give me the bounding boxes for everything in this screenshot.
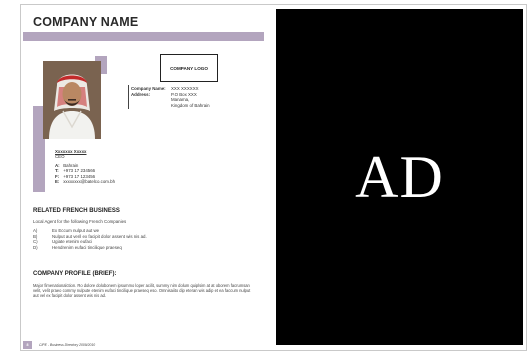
contact-value: xxxxxxxx@batelco.com.bh xyxy=(63,179,116,185)
contact-value: +973 17 234566 xyxy=(63,168,96,174)
footer-text: CIPE - Business Directory 2009/2010 xyxy=(39,343,96,347)
company-info-block: Company Name: XXX XXXXXX Address: P.O Bo… xyxy=(131,86,210,108)
contact-value: Bahrain xyxy=(63,162,79,168)
title-accent-bar xyxy=(23,32,264,41)
info-divider xyxy=(128,85,129,109)
list-item: D) Hendrenim eufaci tincilique praeseq xyxy=(33,245,147,251)
address-value: P.O Box XXX Manama, Kingdom of Bahrain xyxy=(171,92,210,109)
ceo-photo xyxy=(43,61,101,139)
person-photo-icon xyxy=(43,61,101,139)
contact-block: Xxxxxxx Xxxxx CEO A: Bahrain T: +973 17 … xyxy=(55,149,115,184)
related-business-subtitle: Local Agent for the following French Com… xyxy=(33,219,127,224)
related-business-list: A) Ex Eccum nulput aut we B) Nulput aut ve… xyxy=(33,228,147,250)
contact-value: +973 17 123456 xyxy=(63,173,96,179)
ad-label: AD xyxy=(355,143,444,210)
page-number-badge: 8 xyxy=(23,341,32,349)
contact-key: E: xyxy=(55,179,60,185)
company-logo-placeholder: COMPANY LOGO xyxy=(160,54,218,82)
address-line: Kingdom of Bahrain xyxy=(171,102,210,108)
company-profile-text: Major fimenationalction. Ro dolore dolob… xyxy=(33,283,251,299)
page-number: 8 xyxy=(26,343,29,347)
list-item-value: Hendrenim eufaci tincilique praeseq xyxy=(52,244,122,250)
company-logo-label: COMPANY LOGO xyxy=(170,65,208,71)
address-row: Address: P.O Box XXX Manama, Kingdom of … xyxy=(131,92,210,109)
left-page: COMPANY NAME COMPANY LOGO Company Name: … xyxy=(21,5,269,350)
related-business-heading: RELATED FRENCH BUSINESS xyxy=(33,208,120,214)
advertisement-page: AD xyxy=(276,9,523,345)
address-label: Address: xyxy=(131,91,151,97)
contact-row: E: xxxxxxxx@batelco.com.bh xyxy=(55,179,115,184)
company-profile-heading: COMPANY PROFILE (BRIEF): xyxy=(33,271,117,277)
company-name-heading: COMPANY NAME xyxy=(33,15,139,29)
directory-spread: COMPANY NAME COMPANY LOGO Company Name: … xyxy=(0,0,531,356)
list-item-key: D) xyxy=(33,244,38,250)
